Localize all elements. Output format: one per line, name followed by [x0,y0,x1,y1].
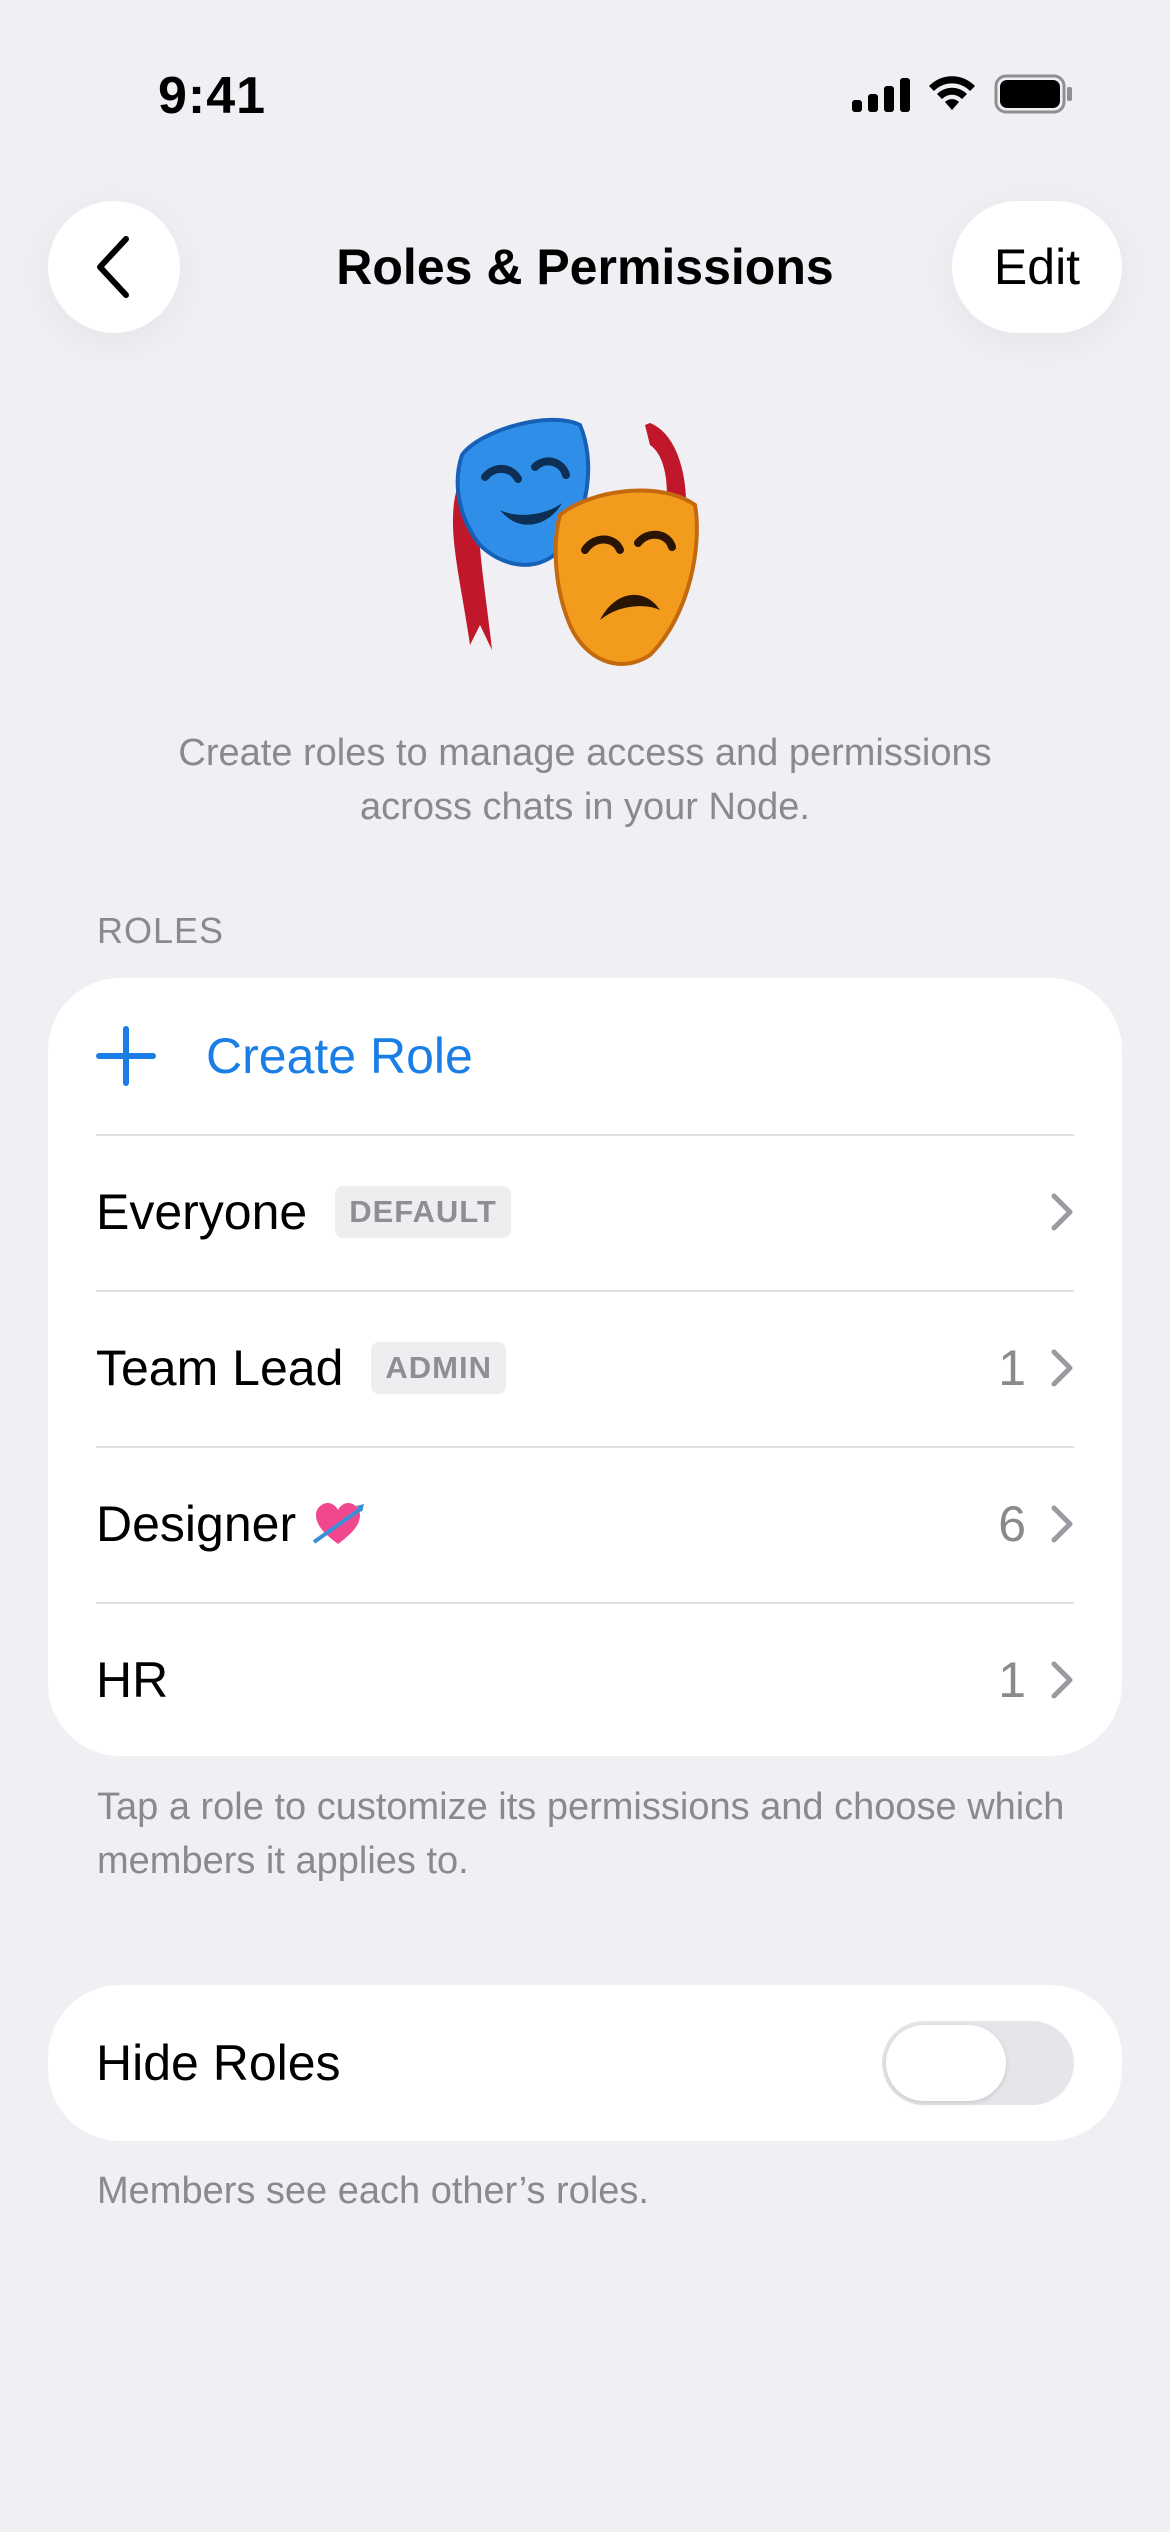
role-row-everyone[interactable]: Everyone DEFAULT [48,1134,1122,1290]
roles-section-header: ROLES [97,910,225,951]
role-name: HR [96,1652,169,1708]
roles-footer-note: Tap a role to customize its permissions … [97,1786,1065,1882]
chevron-right-icon [1050,1192,1074,1232]
chevron-right-icon [1050,1660,1074,1700]
member-count: 1 [998,1340,1026,1396]
status-icons [852,74,1074,114]
cellular-signal-icon [852,76,910,112]
create-role-button[interactable]: Create Role [48,978,1122,1134]
edit-button[interactable]: Edit [952,201,1122,333]
battery-icon [994,74,1074,114]
role-row-hr[interactable]: HR 1 [48,1602,1122,1756]
status-time: 9:41 [158,67,267,125]
heart-with-arrow-icon [312,1503,365,1544]
role-row-team-lead[interactable]: Team Lead ADMIN 1 [48,1290,1122,1446]
role-badge: ADMIN [371,1342,506,1394]
hide-roles-toggle[interactable] [882,2021,1074,2105]
hide-roles-card: Hide Roles [48,1985,1122,2141]
member-count: 6 [998,1496,1026,1552]
toggle-knob [886,2025,1006,2101]
hide-roles-footer-note: Members see each other’s roles. [97,2170,649,2212]
chevron-right-icon [1050,1504,1074,1544]
roles-list: Create Role Everyone DEFAULT Team Lead A… [48,978,1122,1756]
hero-description: Create roles to manage access and permis… [178,732,992,828]
role-row-designer[interactable]: Designer 6 [48,1446,1122,1602]
chevron-right-icon [1050,1348,1074,1388]
plus-icon [96,1026,156,1086]
create-role-label: Create Role [206,1028,473,1084]
role-name: Everyone [96,1184,308,1240]
hide-roles-label: Hide Roles [96,2035,341,2091]
role-badge: DEFAULT [335,1186,511,1238]
member-count: 1 [998,1652,1026,1708]
theater-masks-icon [440,405,730,675]
role-name: Designer [96,1496,297,1552]
wifi-icon [928,76,976,112]
role-name: Team Lead [96,1340,344,1396]
hide-roles-row: Hide Roles [48,1985,1122,2141]
